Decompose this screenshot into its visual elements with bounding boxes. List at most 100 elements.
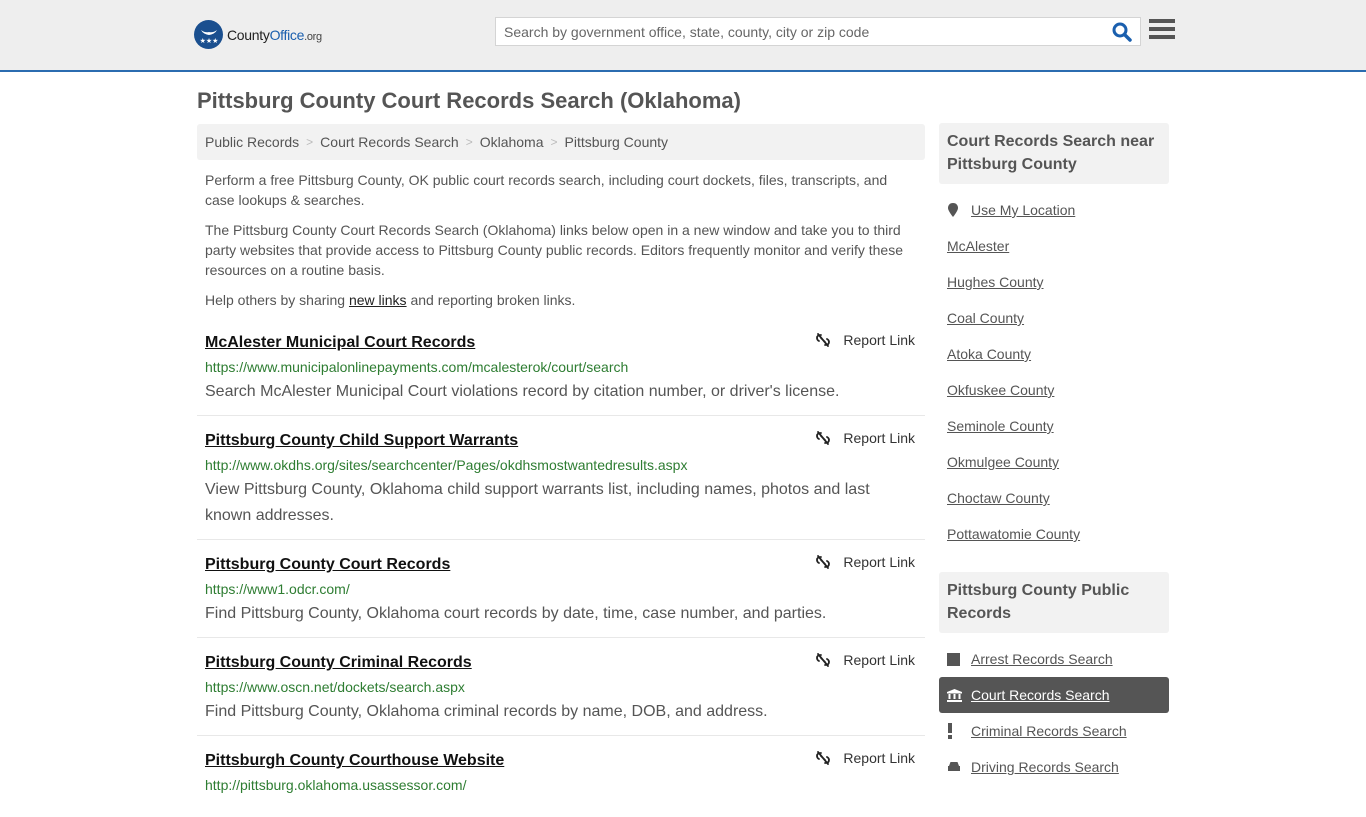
report-link-button[interactable]: Report Link xyxy=(815,554,915,570)
breadcrumb-separator: > xyxy=(306,135,314,149)
intro-text: Perform a free Pittsburg County, OK publ… xyxy=(205,170,917,320)
breadcrumb-oklahoma[interactable]: Oklahoma xyxy=(480,134,544,150)
new-links-link[interactable]: new links xyxy=(349,292,407,308)
nearby-item: McAlester xyxy=(947,228,1169,264)
driving-records-search-link[interactable]: Driving Records Search xyxy=(971,759,1119,775)
result-item: McAlester Municipal Court Records Report… xyxy=(197,328,925,416)
menu-bar-icon xyxy=(1149,27,1175,31)
menu-bar-icon xyxy=(1149,19,1175,23)
report-link-label: Report Link xyxy=(843,332,915,348)
nearby-link-mcalester[interactable]: McAlester xyxy=(947,238,1009,254)
share-text: and reporting broken links. xyxy=(406,292,576,308)
nearby-link-pottawatomie-county[interactable]: Pottawatomie County xyxy=(947,526,1080,542)
intro-paragraph: The Pittsburg County Court Records Searc… xyxy=(205,222,904,278)
report-link-label: Report Link xyxy=(843,554,915,570)
use-my-location-link[interactable]: Use My Location xyxy=(971,202,1075,218)
breadcrumb-pittsburg-county[interactable]: Pittsburg County xyxy=(565,134,669,150)
result-title-link[interactable]: Pittsburg County Court Records xyxy=(205,553,450,577)
public-records-heading: Pittsburg County Public Records xyxy=(947,582,1130,622)
public-records-heading-box: Pittsburg County Public Records xyxy=(939,572,1169,633)
map-marker-icon xyxy=(947,202,971,218)
arrest-records-search-link[interactable]: Arrest Records Search xyxy=(971,651,1113,667)
public-records-item: Driving Records Search xyxy=(939,749,1169,785)
public-records-item: Criminal Records Search xyxy=(939,713,1169,749)
nearby-link-hughes-county[interactable]: Hughes County xyxy=(947,274,1044,290)
site-search xyxy=(495,17,1141,46)
result-url: http://pittsburg.oklahoma.usassessor.com… xyxy=(205,777,467,793)
report-link-label: Report Link xyxy=(843,430,915,446)
square-icon xyxy=(947,652,971,666)
report-link-button[interactable]: Report Link xyxy=(815,652,915,668)
nearby-heading: Court Records Search near Pittsburg Coun… xyxy=(947,133,1155,173)
result-url: https://www1.odcr.com/ xyxy=(205,581,350,597)
result-item: Pittsburg County Criminal Records Report… xyxy=(197,648,925,736)
menu-bar-icon xyxy=(1149,35,1175,39)
nearby-item: Choctaw County xyxy=(947,480,1169,516)
nearby-link-atoka-county[interactable]: Atoka County xyxy=(947,346,1031,362)
broken-link-icon xyxy=(816,751,831,765)
breadcrumb-separator: > xyxy=(550,135,558,149)
broken-link-icon xyxy=(816,653,831,667)
site-header: ★★★ CountyOffice.org xyxy=(0,0,1366,72)
result-description: Find Pittsburg County, Oklahoma court re… xyxy=(205,605,827,622)
report-link-button[interactable]: Report Link xyxy=(815,430,915,446)
nearby-item: Hughes County xyxy=(947,264,1169,300)
share-text: Help others by sharing xyxy=(205,292,349,308)
criminal-records-search-link[interactable]: Criminal Records Search xyxy=(971,723,1127,739)
hamburger-menu-button[interactable] xyxy=(1149,19,1175,43)
logo-text-office: Office xyxy=(269,26,305,43)
result-item: Pittsburg County Court Records Report Li… xyxy=(197,550,925,638)
result-description: Find Pittsburg County, Oklahoma criminal… xyxy=(205,703,768,720)
logo-text-county: County xyxy=(227,26,270,43)
result-item: Pittsburg County Child Support Warrants … xyxy=(197,426,925,540)
nearby-item: Atoka County xyxy=(947,336,1169,372)
nearby-item: Coal County xyxy=(947,300,1169,336)
result-title-link[interactable]: McAlester Municipal Court Records xyxy=(205,331,475,355)
exclamation-icon xyxy=(947,723,971,739)
result-title-link[interactable]: Pittsburg County Child Support Warrants xyxy=(205,429,518,453)
search-icon xyxy=(1112,22,1132,42)
svg-text:★★★: ★★★ xyxy=(199,37,218,45)
breadcrumb-court-records-search[interactable]: Court Records Search xyxy=(320,134,459,150)
nearby-item: Okmulgee County xyxy=(947,444,1169,480)
car-icon xyxy=(947,761,971,773)
result-url: https://www.municipalonlinepayments.com/… xyxy=(205,359,629,375)
result-title-link[interactable]: Pittsburg County Criminal Records xyxy=(205,651,472,675)
public-records-item-active: Court Records Search xyxy=(939,677,1169,713)
result-url: https://www.oscn.net/dockets/search.aspx xyxy=(205,679,465,695)
nearby-link-okfuskee-county[interactable]: Okfuskee County xyxy=(947,382,1054,398)
nearby-list: Use My Location McAlester Hughes County … xyxy=(947,192,1169,552)
search-button[interactable] xyxy=(1112,22,1134,42)
nearby-item: Seminole County xyxy=(947,408,1169,444)
courthouse-icon xyxy=(947,688,971,702)
result-url: http://www.okdhs.org/sites/searchcenter/… xyxy=(205,457,688,473)
public-records-list: Arrest Records Search Court Records Sear… xyxy=(939,641,1169,785)
breadcrumb-public-records[interactable]: Public Records xyxy=(205,134,299,150)
breadcrumb: Public Records > Court Records Search > … xyxy=(197,124,925,160)
nearby-link-okmulgee-county[interactable]: Okmulgee County xyxy=(947,454,1059,470)
broken-link-icon xyxy=(816,555,831,569)
intro-share-paragraph: Help others by sharing new links and rep… xyxy=(205,290,917,310)
report-link-label: Report Link xyxy=(843,652,915,668)
broken-link-icon xyxy=(816,333,831,347)
result-title-link[interactable]: Pittsburgh County Courthouse Website xyxy=(205,749,504,773)
public-records-item: Arrest Records Search xyxy=(939,641,1169,677)
search-input[interactable] xyxy=(496,18,1106,45)
court-records-search-link[interactable]: Court Records Search xyxy=(971,687,1110,703)
logo-text-tld: .org xyxy=(304,30,322,43)
site-logo[interactable]: ★★★ CountyOffice.org xyxy=(194,20,322,49)
nearby-heading-box: Court Records Search near Pittsburg Coun… xyxy=(939,123,1169,184)
breadcrumb-separator: > xyxy=(465,135,473,149)
report-link-button[interactable]: Report Link xyxy=(815,332,915,348)
nearby-link-choctaw-county[interactable]: Choctaw County xyxy=(947,490,1050,506)
broken-link-icon xyxy=(816,431,831,445)
nearby-link-seminole-county[interactable]: Seminole County xyxy=(947,418,1054,434)
nearby-item: Okfuskee County xyxy=(947,372,1169,408)
nearby-link-coal-county[interactable]: Coal County xyxy=(947,310,1024,326)
report-link-label: Report Link xyxy=(843,750,915,766)
report-link-button[interactable]: Report Link xyxy=(815,750,915,766)
use-my-location-item: Use My Location xyxy=(947,192,1169,228)
page-title: Pittsburg County Court Records Search (O… xyxy=(197,88,741,113)
intro-paragraph: Perform a free Pittsburg County, OK publ… xyxy=(205,172,888,208)
result-description: Search McAlester Municipal Court violati… xyxy=(205,383,840,400)
